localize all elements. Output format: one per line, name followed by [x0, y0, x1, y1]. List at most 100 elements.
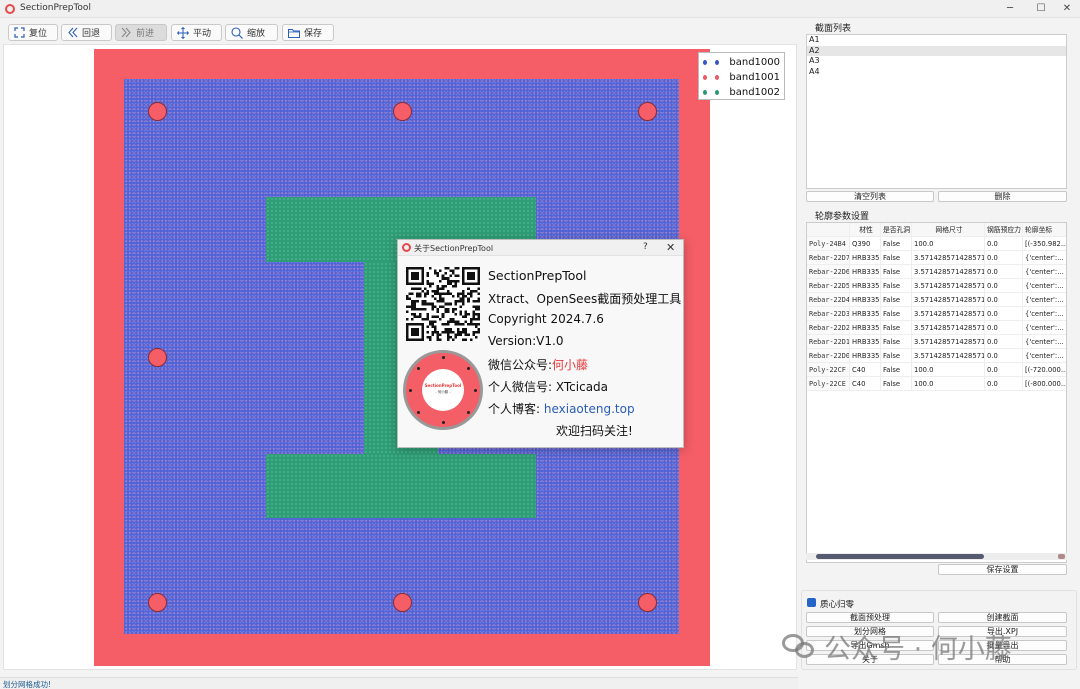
cell-hole[interactable]: False — [881, 293, 912, 307]
help-button[interactable]: ? — [643, 242, 648, 252]
column-header[interactable]: 钢筋预应力 — [985, 223, 1023, 237]
zoom-button[interactable]: 缩放 — [225, 24, 278, 41]
cell-hole[interactable]: False — [881, 265, 912, 279]
cell-prestress[interactable]: 0.0 — [985, 251, 1023, 265]
cell-mesh-size[interactable]: 100.0 — [912, 363, 985, 377]
row-header[interactable]: Rebar-22D7 — [807, 251, 850, 265]
table-row[interactable]: Poly-24B4 Q390 False 100.0 0.0 [(-350.982... — [807, 237, 1066, 251]
cell-prestress[interactable]: 0.0 — [985, 293, 1023, 307]
list-item-selected[interactable]: A2 — [807, 45, 1066, 56]
cell-material[interactable]: HRB335 — [850, 293, 881, 307]
cell-prestress[interactable]: 0.0 — [985, 377, 1023, 391]
table-row[interactable]: Rebar-22D5 HRB335 False 3.5714285714285716 0… — [807, 279, 1066, 293]
cell-material[interactable]: C40 — [850, 363, 881, 377]
table-row[interactable]: Rebar-22D6 HRB335 False 3.5714285714285716 0… — [807, 265, 1066, 279]
cell-coordinates[interactable]: {'center':... — [1023, 293, 1066, 307]
back-button[interactable]: 回退 — [61, 24, 112, 41]
cell-mesh-size[interactable]: 3.5714285714285716 — [912, 293, 985, 307]
reset-button[interactable]: 复位 — [8, 24, 58, 41]
row-header[interactable]: Rebar-22D1 — [807, 335, 850, 349]
list-item[interactable]: A4 — [807, 67, 1066, 78]
cell-coordinates[interactable]: [(-800.000... — [1023, 377, 1066, 391]
column-header[interactable]: 材性 — [850, 223, 881, 237]
list-item[interactable]: A1 — [807, 35, 1066, 46]
cell-material[interactable]: HRB335 — [850, 349, 881, 363]
cell-material[interactable]: HRB335 — [850, 265, 881, 279]
pan-button[interactable]: 平动 — [171, 24, 222, 41]
cell-mesh-size[interactable]: 3.5714285714285716 — [912, 265, 985, 279]
cell-material[interactable]: Q390 — [850, 237, 881, 251]
cell-mesh-size[interactable]: 100.0 — [912, 237, 985, 251]
table-row[interactable]: Rebar-22D7 HRB335 False 3.5714285714285716 0… — [807, 251, 1066, 265]
cell-hole[interactable]: False — [881, 377, 912, 391]
cell-prestress[interactable]: 0.0 — [985, 279, 1023, 293]
cell-mesh-size[interactable]: 3.5714285714285716 — [912, 279, 985, 293]
cell-material[interactable]: HRB335 — [850, 335, 881, 349]
cell-material[interactable]: HRB335 — [850, 321, 881, 335]
cell-mesh-size[interactable]: 3.5714285714285716 — [912, 321, 985, 335]
cell-mesh-size[interactable]: 3.5714285714285716 — [912, 335, 985, 349]
minimize-button[interactable]: ─ — [995, 1, 1025, 16]
cell-hole[interactable]: False — [881, 335, 912, 349]
row-header[interactable]: Poly-22CE — [807, 377, 850, 391]
clear-list-button[interactable]: 清空列表 — [806, 191, 934, 202]
column-header[interactable]: 网格尺寸 — [912, 223, 985, 237]
cell-mesh-size[interactable]: 100.0 — [912, 377, 985, 391]
horizontal-scrollbar[interactable] — [806, 553, 1067, 560]
cell-material[interactable]: HRB335 — [850, 279, 881, 293]
row-header[interactable]: Rebar-22D5 — [807, 279, 850, 293]
forward-button[interactable]: 前进 — [115, 24, 167, 41]
centroid-checkbox[interactable] — [807, 598, 816, 607]
cell-material[interactable]: C40 — [850, 377, 881, 391]
row-header[interactable]: Rebar-22D3 — [807, 307, 850, 321]
cell-coordinates[interactable]: {'center':... — [1023, 265, 1066, 279]
cell-hole[interactable]: False — [881, 307, 912, 321]
cell-mesh-size[interactable]: 3.5714285714285716 — [912, 307, 985, 321]
row-header[interactable]: Rebar-22D6 — [807, 265, 850, 279]
table-row[interactable]: Rebar-22D0 HRB335 False 3.5714285714285716 0… — [807, 349, 1066, 363]
cell-prestress[interactable]: 0.0 — [985, 349, 1023, 363]
scrollbar-thumb[interactable] — [816, 554, 984, 559]
cell-prestress[interactable]: 0.0 — [985, 237, 1023, 251]
cell-material[interactable]: HRB335 — [850, 307, 881, 321]
cell-hole[interactable]: False — [881, 363, 912, 377]
table-row[interactable]: Poly-22CF C40 False 100.0 0.0 [(-720.000... — [807, 363, 1066, 377]
row-header[interactable]: Rebar-22D4 — [807, 293, 850, 307]
close-button[interactable]: ✕ — [1052, 1, 1080, 16]
scrollbar-end[interactable] — [1058, 554, 1065, 559]
cell-mesh-size[interactable]: 3.5714285714285716 — [912, 349, 985, 363]
cell-hole[interactable]: False — [881, 251, 912, 265]
cell-coordinates[interactable]: {'center':... — [1023, 349, 1066, 363]
cell-prestress[interactable]: 0.0 — [985, 321, 1023, 335]
save-button[interactable]: 保存 — [282, 24, 334, 41]
cell-prestress[interactable]: 0.0 — [985, 335, 1023, 349]
section-list[interactable]: A1 A2 A3 A4 — [806, 34, 1067, 189]
cell-material[interactable]: HRB335 — [850, 251, 881, 265]
list-item[interactable]: A3 — [807, 56, 1066, 67]
table-row[interactable]: Rebar-22D2 HRB335 False 3.5714285714285716 0… — [807, 321, 1066, 335]
cell-prestress[interactable]: 0.0 — [985, 307, 1023, 321]
row-header[interactable]: Rebar-22D2 — [807, 321, 850, 335]
cell-hole[interactable]: False — [881, 237, 912, 251]
blog-link[interactable]: hexiaoteng.top — [544, 402, 635, 416]
cell-mesh-size[interactable]: 3.5714285714285716 — [912, 251, 985, 265]
delete-button[interactable]: 删除 — [938, 191, 1067, 202]
table-row[interactable]: Rebar-22D3 HRB335 False 3.5714285714285716 0… — [807, 307, 1066, 321]
table-row[interactable]: Rebar-22D1 HRB335 False 3.5714285714285716 0… — [807, 335, 1066, 349]
preprocess-button[interactable]: 截面预处理 — [806, 612, 934, 623]
cell-hole[interactable]: False — [881, 321, 912, 335]
save-settings-button[interactable]: 保存设置 — [938, 564, 1067, 575]
cell-coordinates[interactable]: [(-350.982... — [1023, 237, 1066, 251]
column-header[interactable]: 轮廓坐标 — [1023, 223, 1066, 237]
row-header[interactable]: Rebar-22D0 — [807, 349, 850, 363]
cell-coordinates[interactable]: {'center':... — [1023, 279, 1066, 293]
dialog-close-button[interactable]: ✕ — [666, 241, 675, 254]
cell-hole[interactable]: False — [881, 279, 912, 293]
row-header[interactable]: Poly-22CF — [807, 363, 850, 377]
create-section-button[interactable]: 创建截面 — [938, 612, 1067, 623]
cell-coordinates[interactable]: {'center':... — [1023, 251, 1066, 265]
column-header[interactable]: 是否孔洞 — [881, 223, 912, 237]
cell-prestress[interactable]: 0.0 — [985, 265, 1023, 279]
cell-coordinates[interactable]: {'center':... — [1023, 307, 1066, 321]
table-row[interactable]: Poly-22CE C40 False 100.0 0.0 [(-800.000... — [807, 377, 1066, 391]
